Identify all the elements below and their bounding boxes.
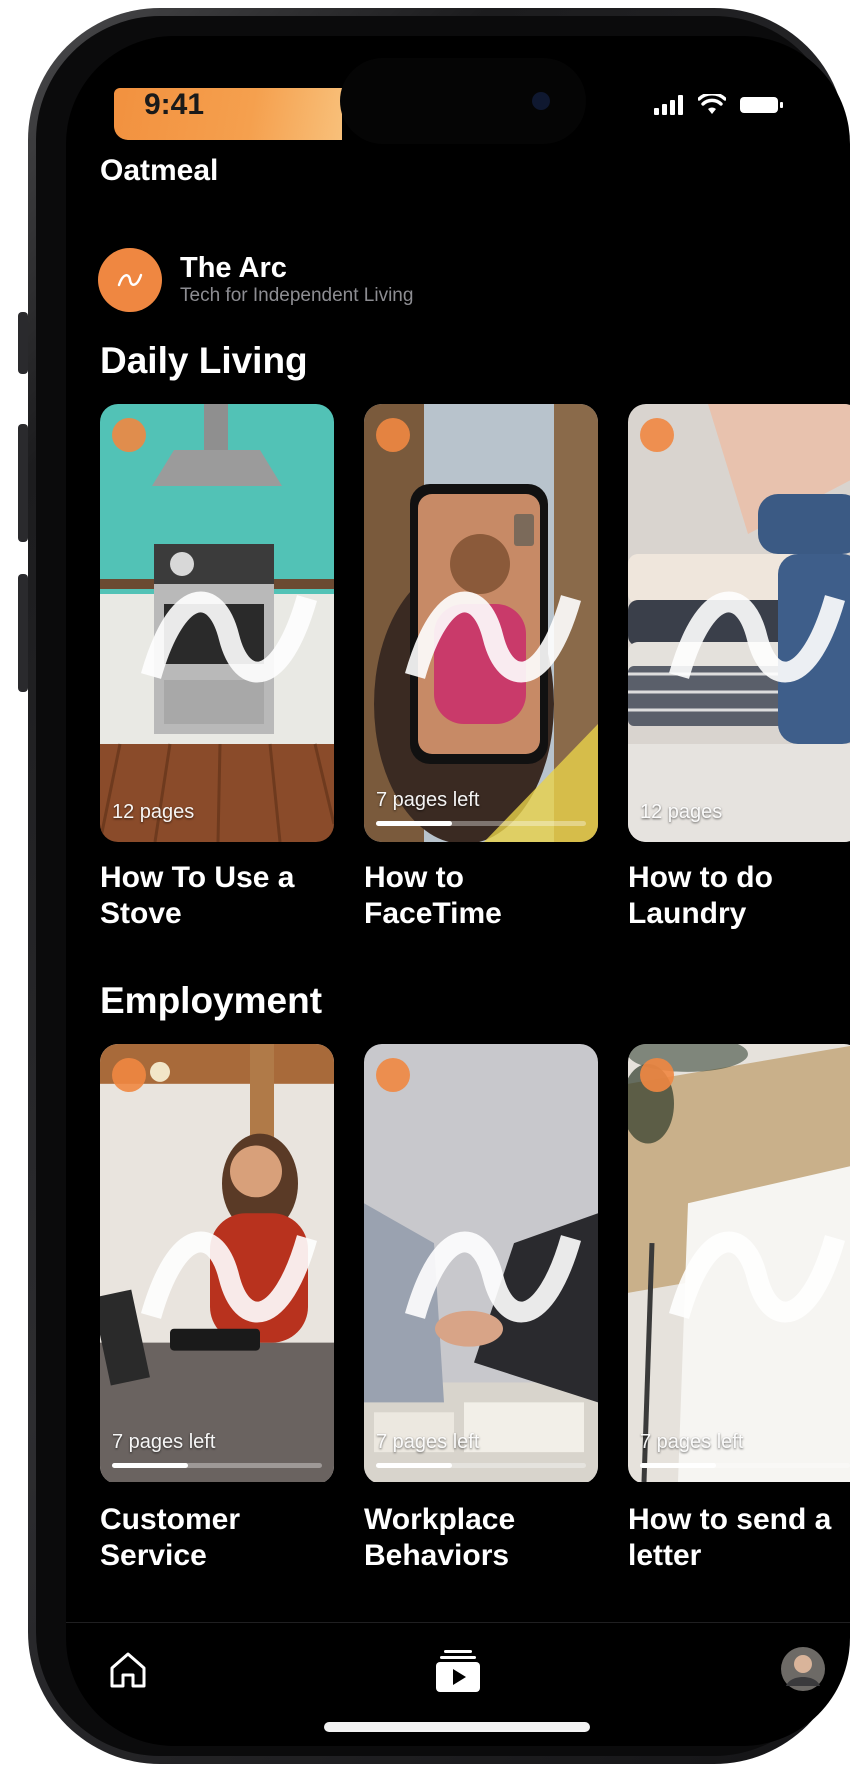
organization-header[interactable]: The Arc Tech for Independent Living (98, 248, 413, 312)
home-indicator[interactable] (324, 1722, 590, 1732)
section-title-daily-living: Daily Living (100, 340, 308, 381)
progress-bar (640, 1463, 850, 1468)
pages-left: 7 pages left (376, 789, 480, 811)
lesson-thumbnail: 7 pages left (100, 1044, 334, 1484)
lesson-card-facetime[interactable]: 7 pages left How to FaceTime (364, 404, 598, 932)
tab-bar-divider (66, 1622, 850, 1623)
page-count: 12 pages (112, 801, 195, 823)
lesson-card-customer-service[interactable]: 7 pages left Customer Service (100, 1044, 334, 1574)
org-name: The Arc (180, 252, 287, 284)
lesson-title: How to send a letter (628, 1503, 832, 1572)
progress-bar (376, 1463, 586, 1468)
lesson-title: Workplace Behaviors (364, 1503, 516, 1572)
lesson-thumbnail: 12 pages (628, 404, 850, 842)
section-title-employment: Employment (100, 980, 323, 1021)
employment-row: 7 pages left Customer Service 7 pages le… (100, 1044, 850, 1574)
lesson-card-send-letter[interactable]: 7 pages left How to send a letter (628, 1044, 850, 1574)
progress-fill (640, 1463, 716, 1468)
progress-bar (112, 1463, 322, 1468)
status-time: 9:41 (144, 88, 205, 121)
tab-home[interactable] (106, 1648, 150, 1697)
progress-fill (112, 1463, 188, 1468)
progress-bar (376, 821, 586, 826)
page-count: 12 pages (640, 801, 723, 823)
progress-fill (376, 821, 452, 826)
volume-down-button (18, 574, 28, 692)
profile-avatar (781, 1647, 825, 1691)
lesson-badge-icon (640, 418, 845, 683)
tab-lessons[interactable] (434, 1648, 482, 1699)
pages-left: 7 pages left (112, 1431, 216, 1453)
lesson-title: How to FaceTime (364, 861, 502, 930)
pages-left: 7 pages left (376, 1431, 480, 1453)
lesson-badge-icon (112, 1058, 317, 1323)
lesson-thumbnail: 7 pages left (628, 1044, 850, 1484)
volume-up-button (18, 424, 28, 542)
lesson-thumbnail: 7 pages left (364, 404, 598, 842)
lesson-title: How To Use a Stove (100, 861, 295, 930)
lesson-card-stove[interactable]: 12 pages How To Use a Stove (100, 404, 334, 932)
wifi-icon (698, 94, 726, 114)
lesson-badge-icon (112, 418, 317, 683)
app-title: Oatmeal (100, 154, 219, 187)
mute-switch (18, 312, 28, 374)
org-logo-icon (98, 248, 162, 312)
progress-fill (376, 1463, 452, 1468)
dynamic-island (340, 58, 586, 144)
battery-icon (740, 97, 783, 113)
lesson-thumbnail: 12 pages (100, 404, 334, 842)
lesson-title: How to do Laundry (628, 861, 773, 930)
signal-icon (654, 95, 683, 115)
lesson-card-workplace-behaviors[interactable]: 7 pages left Workplace Behaviors (364, 1044, 598, 1574)
status-icons (654, 94, 784, 116)
lesson-badge-icon (376, 418, 581, 683)
daily-living-row: 12 pages How To Use a Stove 7 pages left… (100, 404, 850, 932)
app-screen: 9:41 Oatmeal The Arc Tech for Independen… (66, 36, 850, 1746)
lessons-icon (436, 1650, 480, 1692)
lesson-card-laundry[interactable]: 12 pages How to do Laundry (628, 404, 850, 932)
home-icon (110, 1652, 146, 1688)
lesson-thumbnail: 7 pages left (364, 1044, 598, 1484)
pages-left: 7 pages left (640, 1431, 744, 1453)
lesson-title: Customer Service (100, 1503, 241, 1572)
lesson-badge-icon (640, 1058, 845, 1323)
tab-profile[interactable] (780, 1646, 826, 1697)
lesson-badge-icon (376, 1058, 581, 1323)
front-camera (532, 92, 550, 110)
org-tagline: Tech for Independent Living (180, 285, 414, 306)
